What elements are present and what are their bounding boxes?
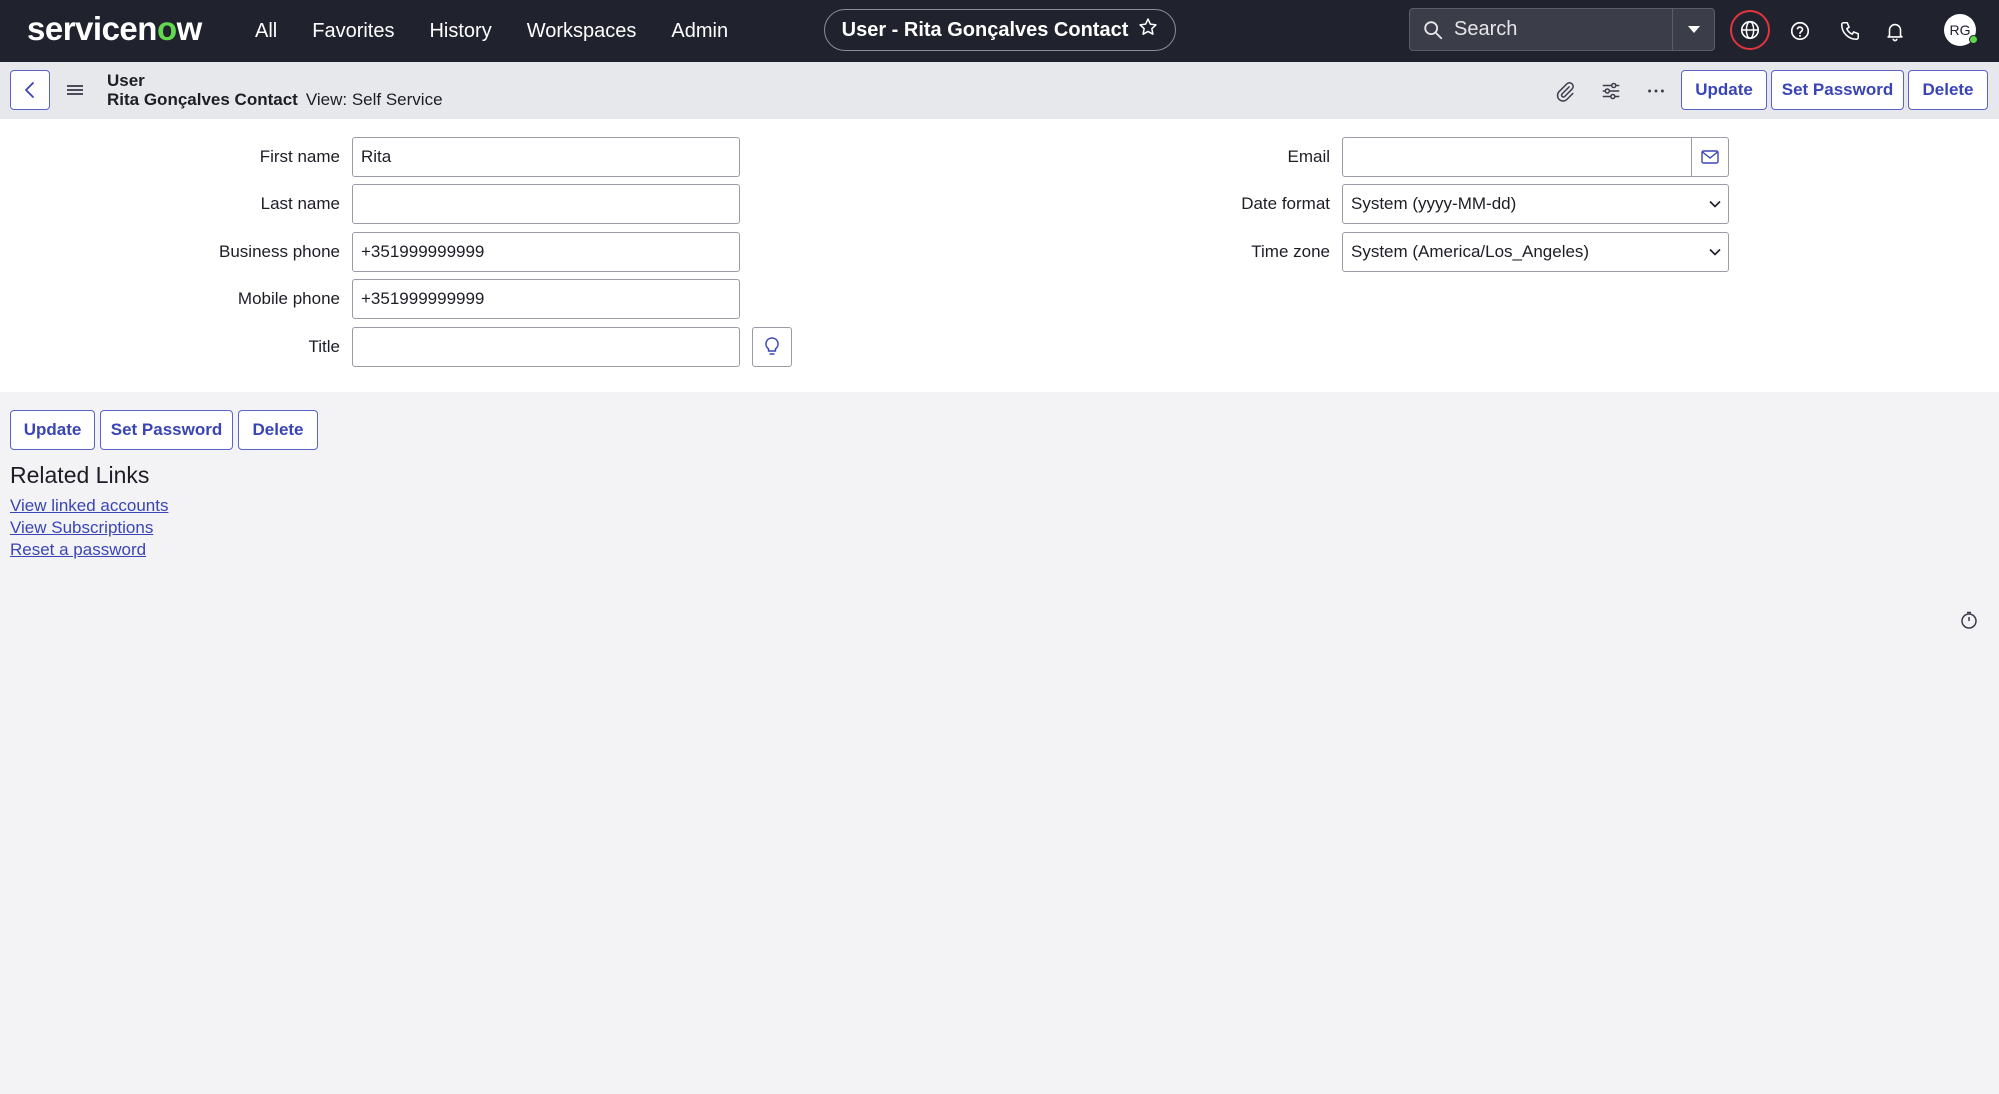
bell-icon <box>1887 23 1903 42</box>
context-menu-icon[interactable] <box>64 80 86 100</box>
nav-favorites[interactable]: Favorites <box>312 20 394 43</box>
top-navigation: servicenow All Favorites History Workspa… <box>0 0 1999 62</box>
email-label: Email <box>1287 147 1330 166</box>
sliders-icon <box>1602 82 1620 100</box>
email-input[interactable] <box>1342 137 1692 177</box>
last-name-label: Last name <box>260 194 340 213</box>
envelope-icon <box>1701 150 1719 164</box>
business-phone-label: Business phone <box>219 242 340 261</box>
form-header: User Rita Gonçalves Contact View: Self Se… <box>0 62 1999 119</box>
title-input[interactable] <box>352 327 740 367</box>
chevron-left-icon <box>25 82 34 98</box>
bottom-delete-button[interactable]: Delete <box>238 410 318 450</box>
time-zone-value: System (America/Los_Angeles) <box>1351 242 1590 261</box>
language-selector-button[interactable] <box>1730 10 1770 50</box>
mobile-phone-label: Mobile phone <box>237 289 340 308</box>
ellipsis-icon <box>1648 89 1664 93</box>
header-set-password-button[interactable]: Set Password <box>1771 70 1904 110</box>
chevron-down-icon <box>1709 200 1721 208</box>
view-subscriptions-link[interactable]: View Subscriptions <box>10 518 153 538</box>
date-format-select[interactable]: System (yyyy-MM-dd) <box>1342 184 1729 224</box>
context-title: User - Rita Gonçalves Contact <box>841 18 1129 41</box>
view-label: View: Self Service <box>305 90 443 109</box>
nav-workspaces[interactable]: Workspaces <box>527 20 637 43</box>
back-button[interactable] <box>10 70 50 110</box>
record-name-line: Rita Gonçalves Contact View: Self Service <box>107 90 443 110</box>
bottom-update-button[interactable]: Update <box>10 410 95 450</box>
time-zone-select[interactable]: System (America/Los_Angeles) <box>1342 232 1729 272</box>
last-name-input[interactable] <box>352 184 740 224</box>
user-form: First name Rita Last name Business phone… <box>0 119 1999 392</box>
title-label: Title <box>308 337 341 356</box>
time-zone-label: Time zone <box>1251 242 1330 261</box>
mobile-phone-input[interactable]: +351999999999 <box>352 279 740 319</box>
response-time-icon[interactable] <box>1959 610 1979 630</box>
globe-icon <box>1740 20 1760 40</box>
avatar-initials: RG <box>1949 22 1971 38</box>
phone-button[interactable] <box>1830 11 1870 51</box>
search-icon <box>1424 20 1443 39</box>
nav-admin[interactable]: Admin <box>671 20 728 43</box>
personalize-form-button[interactable] <box>1596 76 1626 106</box>
first-name-input[interactable]: Rita <box>352 137 740 177</box>
more-options-button[interactable] <box>1641 76 1671 106</box>
reset-password-link[interactable]: Reset a password <box>10 540 146 560</box>
first-name-label: First name <box>259 147 340 166</box>
nav-history[interactable]: History <box>429 20 491 43</box>
bottom-set-password-button[interactable]: Set Password <box>100 410 233 450</box>
search-input[interactable]: Search <box>1454 18 1672 41</box>
servicenow-logo[interactable]: servicenow <box>27 10 202 48</box>
caret-down-icon <box>1687 25 1700 33</box>
header-delete-button[interactable]: Delete <box>1908 70 1988 110</box>
chevron-down-icon <box>1709 248 1721 256</box>
header-update-button[interactable]: Update <box>1681 70 1767 110</box>
main-menu: All Favorites History Workspaces Admin <box>255 0 763 62</box>
paperclip-icon <box>1556 82 1574 102</box>
global-search[interactable]: Search <box>1409 8 1715 51</box>
related-links-title: Related Links <box>10 462 150 488</box>
presence-indicator <box>1969 35 1978 44</box>
help-button[interactable] <box>1780 11 1820 51</box>
context-title-pill[interactable]: User - Rita Gonçalves Contact <box>824 9 1176 51</box>
phone-icon <box>1840 21 1860 41</box>
notifications-button[interactable] <box>1875 11 1915 51</box>
send-email-button[interactable] <box>1691 137 1729 177</box>
nav-all[interactable]: All <box>255 20 277 43</box>
date-format-value: System (yyyy-MM-dd) <box>1351 194 1517 213</box>
star-icon[interactable] <box>1138 17 1158 43</box>
business-phone-input[interactable]: +351999999999 <box>352 232 740 272</box>
lightbulb-icon <box>765 337 779 355</box>
record-type: User <box>107 71 145 90</box>
help-icon <box>1790 21 1810 41</box>
attachment-button[interactable] <box>1550 76 1580 106</box>
user-avatar[interactable]: RG <box>1944 14 1978 46</box>
title-suggestion-button[interactable] <box>752 327 792 367</box>
view-linked-accounts-link[interactable]: View linked accounts <box>10 496 168 516</box>
record-name: Rita Gonçalves Contact <box>107 90 298 109</box>
date-format-label: Date format <box>1241 194 1330 213</box>
search-dropdown-button[interactable] <box>1672 9 1714 50</box>
